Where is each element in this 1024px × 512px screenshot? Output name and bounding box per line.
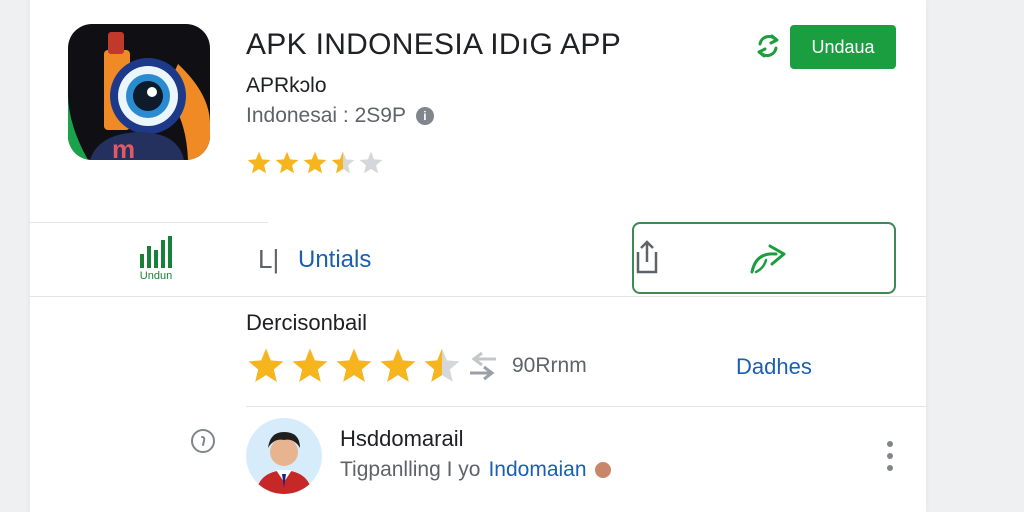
info-icon[interactable]: i (415, 107, 434, 125)
divider-middle (30, 296, 926, 297)
star-icon (292, 348, 328, 382)
app-title: APK INDONESIA IDıG APP (246, 28, 622, 61)
tab-untials[interactable]: Untials (298, 246, 371, 274)
star-icon (331, 151, 355, 174)
big-star-rating: 90Rrnm (246, 346, 587, 386)
share-box[interactable] (632, 222, 896, 294)
swap-icon (470, 351, 496, 381)
chart-tab[interactable]: Undun (134, 232, 178, 286)
star-icon (336, 348, 372, 382)
app-detail-card: m APK INDONESIA IDıG APP APRkɔlo Indones… (30, 0, 926, 512)
small-star-rating (246, 150, 384, 176)
chart-icon (140, 236, 172, 268)
badge-dot-icon (594, 462, 611, 478)
review-sub-text: Tigpanlling I yo (340, 458, 481, 481)
share-icon[interactable] (634, 238, 660, 276)
reviewer-name: Hsddomarail (340, 426, 464, 451)
review-sub-link[interactable]: Indomaian (488, 458, 586, 482)
star-icon (248, 348, 284, 382)
star-icon (247, 151, 271, 174)
meta-text: Indonesai : 2S9P (246, 104, 406, 127)
app-meta: Indonesai : 2S9P i (246, 104, 434, 128)
app-icon: m (68, 24, 210, 160)
tabs-row: Undun L| Untials (30, 222, 926, 296)
developer-name[interactable]: APRkɔlo (246, 74, 327, 98)
review-subtitle: Tigpanlling I yo Indomaian (340, 458, 611, 482)
star-icon (359, 151, 383, 174)
chart-tab-label: Undun (139, 270, 173, 282)
arrow-icon[interactable] (746, 242, 794, 278)
divider-review (246, 406, 926, 407)
star-icon (380, 348, 416, 382)
ratings-section-title: Dercisonbail (246, 310, 368, 335)
star-icon (424, 348, 460, 382)
star-icon (303, 151, 327, 174)
svg-text:m: m (112, 134, 135, 160)
avatar (246, 418, 322, 494)
install-button[interactable]: Undaua (790, 25, 896, 69)
see-all-link[interactable]: Dadhes (736, 354, 812, 380)
big-stars (246, 346, 462, 386)
separator-glyph: L| (258, 244, 280, 274)
star-icon (275, 151, 299, 174)
rating-count: 90Rrnm (512, 354, 587, 377)
more-vert-icon[interactable] (880, 438, 900, 474)
help-icon[interactable] (190, 428, 216, 454)
refresh-icon[interactable] (752, 30, 784, 62)
